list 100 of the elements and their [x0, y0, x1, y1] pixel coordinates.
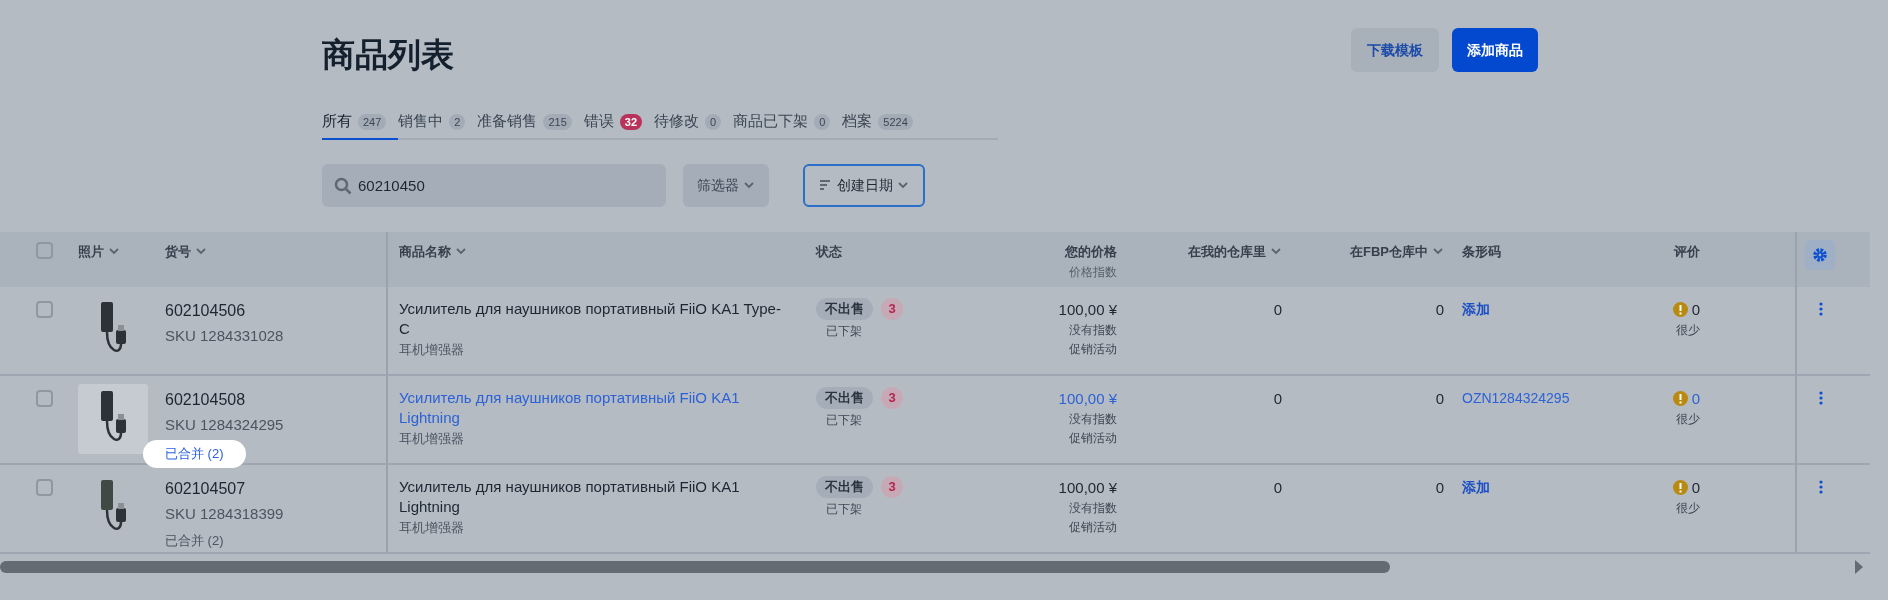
chevron-down-icon	[743, 181, 755, 189]
article-number: 602104506	[165, 300, 246, 321]
product-name-link[interactable]: Усилитель для наушников портативный FiiO KA1 Lightning	[399, 387, 784, 428]
more-options-button[interactable]	[1817, 300, 1825, 317]
stock-count: 0	[1435, 477, 1444, 498]
checkbox[interactable]	[36, 300, 53, 318]
filter-dropdown[interactable]: 筛选器	[683, 163, 769, 207]
merged-link[interactable]: 已合并 (2)	[143, 440, 246, 468]
count-badge: 32	[619, 113, 643, 130]
column-header[interactable]: 照片	[78, 241, 120, 261]
stock-count: 0	[1435, 388, 1444, 409]
sku-text: SKU 1284318399	[165, 503, 284, 524]
column-header: 条形码	[1462, 242, 1501, 261]
error-count-badge: 3	[881, 297, 903, 320]
sku-text: SKU 1284324295	[165, 414, 284, 435]
rating-note: 很少	[1676, 322, 1700, 339]
search-icon	[334, 176, 352, 195]
count-badge: 215	[543, 113, 572, 130]
promo-text: 促销活动	[1069, 430, 1117, 447]
chevron-down-icon	[455, 247, 467, 256]
tab[interactable]: 待修改 0	[654, 105, 734, 140]
status-note: 已下架	[826, 411, 862, 429]
tab[interactable]: 准备销售 215	[477, 105, 584, 140]
tab-label: 档案	[842, 111, 873, 132]
add-barcode-link[interactable]: 添加	[1462, 300, 1490, 317]
page-title: 商品列表	[322, 35, 454, 75]
status-badge: 不出售	[816, 386, 873, 409]
more-options-button[interactable]	[1817, 478, 1825, 495]
status-badge: 不出售	[816, 297, 873, 320]
add-product-button[interactable]: 添加商品	[1452, 28, 1538, 72]
rating-link[interactable]: 0	[1691, 387, 1700, 410]
tab[interactable]: 销售中 2	[398, 105, 478, 140]
count-badge: 5224	[878, 113, 913, 130]
more-options-button[interactable]	[1817, 389, 1825, 406]
scroll-right-icon[interactable]	[1854, 559, 1864, 574]
price-index-text: 没有指数	[1069, 500, 1117, 517]
tab[interactable]: 商品已下架 0	[733, 105, 843, 140]
count-badge: 2	[449, 113, 466, 130]
sort-dropdown[interactable]: 创建日期	[803, 163, 925, 207]
product-name: Усилитель для наушников портативный FiiO KA1 Lightning	[399, 476, 741, 517]
search-field[interactable]: 60210450	[322, 163, 666, 207]
count-badge: 0	[705, 113, 722, 130]
article-number: 602104508	[165, 389, 246, 410]
column-header: 您的价格	[1065, 242, 1117, 261]
merged-label[interactable]: 已合并 (2)	[165, 531, 224, 551]
column-header[interactable]: 在我的仓库里	[1188, 241, 1282, 261]
tab-label: 准备销售	[477, 111, 538, 132]
chevron-down-icon	[1270, 247, 1282, 256]
rating-value: 0	[1691, 299, 1700, 320]
column-subheader: 价格指数	[1069, 264, 1117, 281]
product-name: Усилитель для наушников портативный FiiO KA1 Type-C	[399, 298, 782, 339]
price-text: 100,00 ¥	[1058, 477, 1117, 498]
barcode-link[interactable]: OZN1284324295	[1462, 389, 1570, 406]
promo-text: 促销活动	[1069, 519, 1117, 536]
more-icon	[1819, 479, 1823, 494]
rating-note: 很少	[1676, 500, 1700, 517]
category-text: 耳机增强器	[399, 429, 464, 448]
settings-button[interactable]	[1805, 239, 1835, 270]
count-badge: 247	[358, 113, 387, 130]
scrollbar-thumb[interactable]	[0, 560, 1390, 573]
price-text: 100,00 ¥	[1058, 299, 1117, 320]
rating-note: 很少	[1676, 411, 1700, 428]
stock-count: 0	[1273, 477, 1282, 498]
checkbox[interactable]	[36, 389, 53, 407]
price-link[interactable]: 100,00 ¥	[1058, 387, 1117, 410]
more-icon	[1819, 390, 1823, 405]
error-count-badge: 3	[881, 475, 903, 498]
column-header[interactable]: 商品名称	[399, 241, 467, 261]
price-index-text: 没有指数	[1069, 322, 1117, 339]
chevron-down-icon	[1432, 247, 1444, 256]
sku-text: SKU 1284331028	[165, 325, 284, 346]
add-barcode-link[interactable]: 添加	[1462, 478, 1490, 495]
warning-icon	[1672, 391, 1688, 407]
column-header[interactable]: 货号	[165, 241, 207, 261]
status-note: 已下架	[826, 322, 862, 340]
chevron-down-icon	[108, 247, 120, 256]
tab[interactable]: 错误 32	[583, 105, 655, 140]
count-badge: 0	[814, 113, 831, 130]
column-header[interactable]: 在FBP仓库中	[1350, 241, 1444, 261]
status-badge: 不出售	[816, 475, 873, 498]
settings-icon	[1812, 246, 1828, 263]
checkbox[interactable]	[36, 478, 53, 496]
tab-label: 错误	[583, 111, 614, 132]
tab[interactable]: 所有 247	[322, 105, 399, 140]
promo-text: 促销活动	[1069, 341, 1117, 358]
tab-label: 所有	[322, 111, 352, 132]
more-icon	[1819, 301, 1823, 316]
tab-label: 销售中	[398, 111, 444, 132]
stock-count: 0	[1435, 299, 1444, 320]
download-template-button[interactable]: 下载模板	[1351, 28, 1439, 72]
column-header: 评价	[1674, 242, 1700, 261]
chevron-down-icon	[195, 247, 207, 256]
price-index-text: 没有指数	[1069, 411, 1117, 428]
article-number: 602104507	[165, 478, 246, 499]
error-count-badge: 3	[881, 386, 903, 409]
sort-icon	[819, 180, 831, 190]
tab-label: 待修改	[654, 111, 700, 132]
category-text: 耳机增强器	[399, 340, 464, 359]
tab[interactable]: 档案 5224	[842, 105, 925, 140]
checkbox[interactable]	[36, 241, 53, 259]
